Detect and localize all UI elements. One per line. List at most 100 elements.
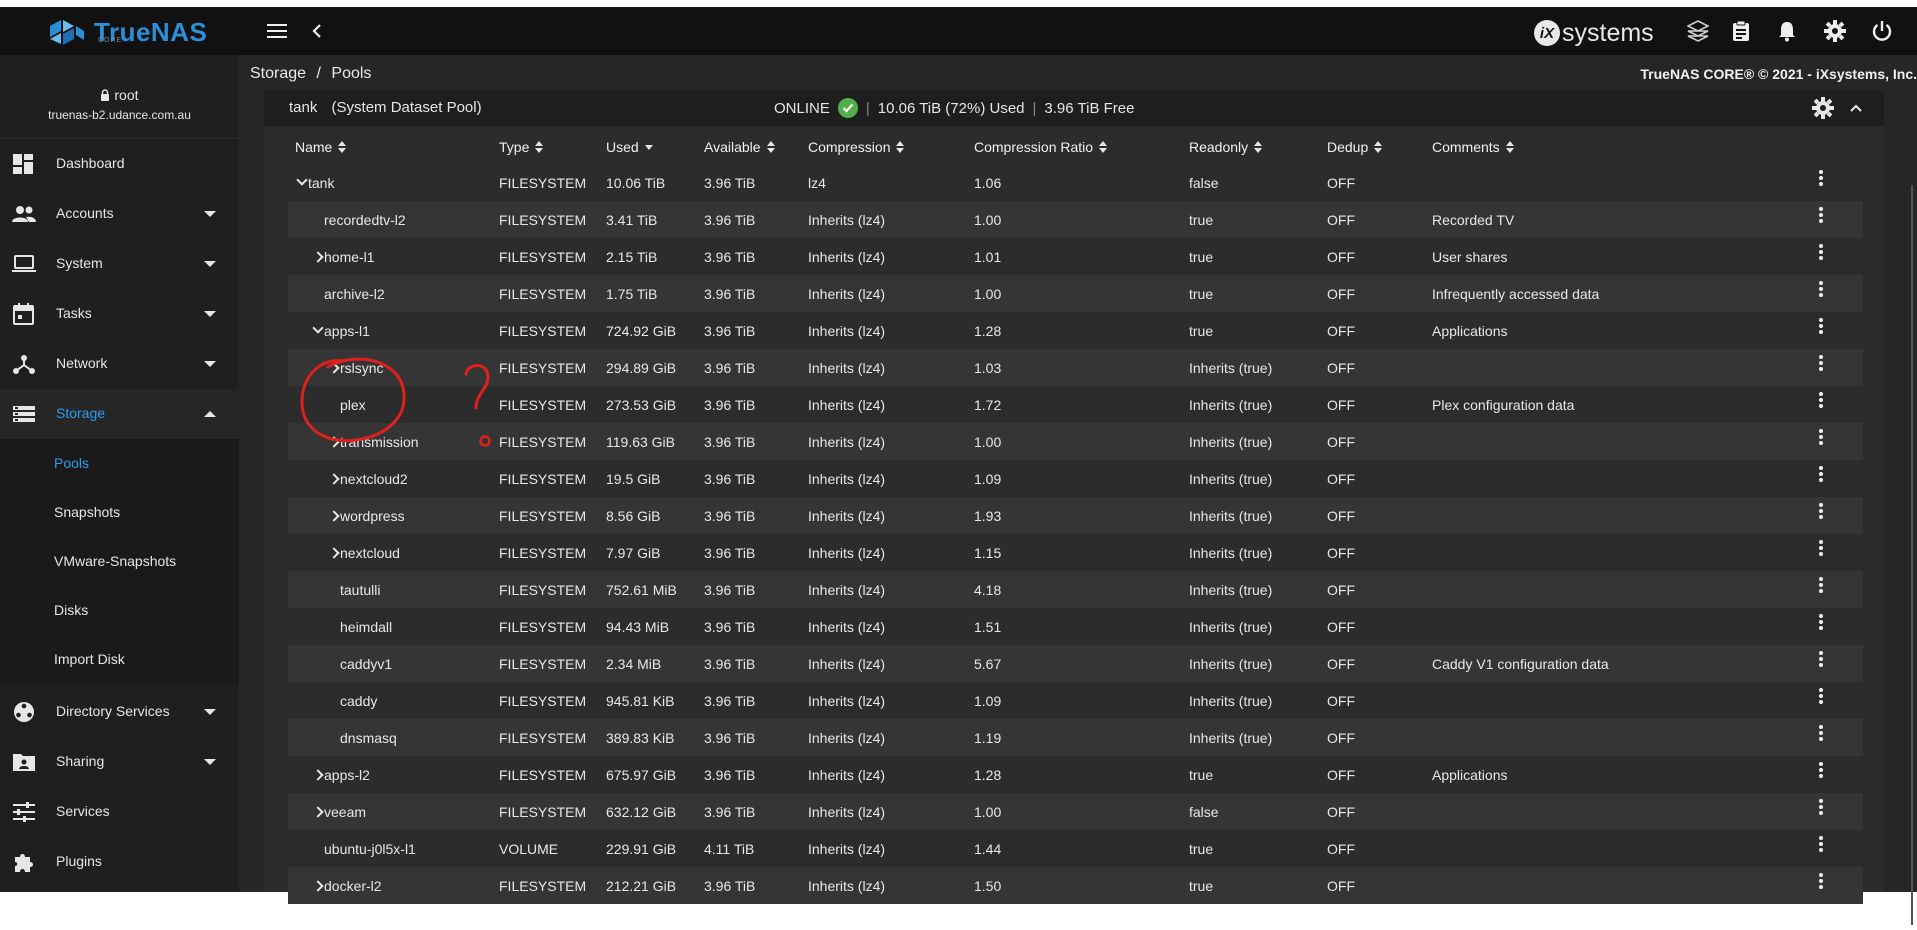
column-header-used[interactable]: Used bbox=[606, 139, 653, 155]
clipboard-icon[interactable] bbox=[1728, 18, 1754, 44]
row-actions-kebab-icon[interactable] bbox=[1819, 540, 1825, 560]
cell-ratio: 1.03 bbox=[974, 360, 1002, 376]
table-row[interactable]: tank FILESYSTEM 10.06 TiB 3.96 TiB lz4 1.06 fa… bbox=[288, 164, 1863, 201]
table-row[interactable]: docker-l2 FILESYSTEM 212.21 GiB 3.96 TiB Inh… bbox=[288, 867, 1863, 904]
table-row[interactable]: plex FILESYSTEM 273.53 GiB 3.96 TiB Inherits… bbox=[288, 386, 1863, 423]
row-actions-kebab-icon[interactable] bbox=[1819, 466, 1825, 486]
row-actions-kebab-icon[interactable] bbox=[1819, 207, 1825, 227]
row-actions-kebab-icon[interactable] bbox=[1819, 429, 1825, 449]
row-actions-kebab-icon[interactable] bbox=[1819, 799, 1825, 819]
chevron-right-icon[interactable] bbox=[312, 250, 324, 264]
table-row[interactable]: tautulli FILESYSTEM 752.61 MiB 3.96 TiB Inhe… bbox=[288, 571, 1863, 608]
chevron-right-icon[interactable] bbox=[328, 546, 340, 560]
column-header-type[interactable]: Type bbox=[499, 139, 544, 155]
cell-used: 273.53 GiB bbox=[606, 397, 677, 413]
pool-settings-gear-icon[interactable] bbox=[1810, 95, 1836, 121]
sidebar-subitem-disks[interactable]: Disks bbox=[0, 586, 239, 635]
column-header-dedup[interactable]: Dedup bbox=[1327, 139, 1383, 155]
table-row[interactable]: dnsmasq FILESYSTEM 389.83 KiB 3.96 TiB Inher… bbox=[288, 719, 1863, 756]
chevron-right-icon[interactable] bbox=[312, 879, 324, 893]
row-actions-kebab-icon[interactable] bbox=[1819, 392, 1825, 412]
table-row[interactable]: home-l1 FILESYSTEM 2.15 TiB 3.96 TiB Inherit… bbox=[288, 238, 1863, 275]
sidebar-item-tasks[interactable]: Tasks bbox=[0, 289, 239, 339]
truecommand-icon[interactable] bbox=[1685, 18, 1711, 44]
table-row[interactable]: nextcloud2 FILESYSTEM 19.5 GiB 3.96 TiB Inhe… bbox=[288, 460, 1863, 497]
table-row[interactable]: apps-l2 FILESYSTEM 675.97 GiB 3.96 TiB Inher… bbox=[288, 756, 1863, 793]
chevron-right-icon[interactable] bbox=[328, 435, 340, 449]
sidebar-item-directory-services[interactable]: Directory Services bbox=[0, 687, 239, 737]
sidebar-subitem-import-disk[interactable]: Import Disk bbox=[0, 635, 239, 684]
column-header-name[interactable]: Name bbox=[295, 139, 347, 155]
row-actions-kebab-icon[interactable] bbox=[1819, 355, 1825, 375]
menu-icon[interactable] bbox=[265, 19, 289, 43]
row-actions-kebab-icon[interactable] bbox=[1819, 762, 1825, 782]
chevron-left-icon[interactable] bbox=[305, 19, 329, 43]
row-actions-kebab-icon[interactable] bbox=[1819, 503, 1825, 523]
sidebar-item-accounts[interactable]: Accounts bbox=[0, 189, 239, 239]
row-actions-kebab-icon[interactable] bbox=[1819, 577, 1825, 597]
column-header-available[interactable]: Available bbox=[704, 139, 775, 155]
column-header-compression[interactable]: Compression bbox=[808, 139, 905, 155]
chevron-right-icon[interactable] bbox=[328, 509, 340, 523]
table-row[interactable]: archive-l2 FILESYSTEM 1.75 TiB 3.96 TiB Inhe… bbox=[288, 275, 1863, 312]
truenas-logo[interactable]: TrueNAS bbox=[48, 15, 207, 49]
row-actions-kebab-icon[interactable] bbox=[1819, 873, 1825, 893]
column-header-compression-ratio[interactable]: Compression Ratio bbox=[974, 139, 1108, 155]
cell-comments: Applications bbox=[1432, 323, 1508, 339]
row-actions-kebab-icon[interactable] bbox=[1819, 170, 1825, 190]
row-actions-kebab-icon[interactable] bbox=[1819, 318, 1825, 338]
cell-available: 3.96 TiB bbox=[704, 545, 756, 561]
table-row[interactable]: caddyv1 FILESYSTEM 2.34 MiB 3.96 TiB Inherit… bbox=[288, 645, 1863, 682]
row-actions-kebab-icon[interactable] bbox=[1819, 281, 1825, 301]
bell-icon[interactable] bbox=[1774, 18, 1800, 44]
cell-available: 3.96 TiB bbox=[704, 360, 756, 376]
chevron-up-icon[interactable] bbox=[1845, 97, 1867, 119]
dataset-name-cell: veeam bbox=[312, 804, 366, 820]
row-actions-kebab-icon[interactable] bbox=[1819, 614, 1825, 634]
column-label: Dedup bbox=[1327, 139, 1369, 155]
cell-compression: Inherits (lz4) bbox=[808, 730, 886, 746]
top-strip bbox=[0, 0, 1917, 7]
table-row[interactable]: rslsync FILESYSTEM 294.89 GiB 3.96 TiB Inher… bbox=[288, 349, 1863, 386]
table-row[interactable]: caddy FILESYSTEM 945.81 KiB 3.96 TiB Inherit… bbox=[288, 682, 1863, 719]
chevron-right-icon[interactable] bbox=[328, 472, 340, 486]
cell-compression: Inherits (lz4) bbox=[808, 767, 886, 783]
pool-status-text: ONLINE bbox=[774, 99, 830, 117]
scrollbar[interactable] bbox=[1907, 185, 1917, 925]
sidebar-item-system[interactable]: System bbox=[0, 239, 239, 289]
table-row[interactable]: veeam FILESYSTEM 632.12 GiB 3.96 TiB Inherit… bbox=[288, 793, 1863, 830]
sidebar-item-storage[interactable]: Storage bbox=[0, 389, 239, 439]
chevron-right-icon[interactable] bbox=[312, 805, 324, 819]
sidebar-item-plugins[interactable]: Plugins bbox=[0, 837, 239, 887]
table-row[interactable]: ubuntu-j0l5x-l1 VOLUME 229.91 GiB 4.11 TiB I… bbox=[288, 830, 1863, 867]
table-row[interactable]: wordpress FILESYSTEM 8.56 GiB 3.96 TiB Inher… bbox=[288, 497, 1863, 534]
sidebar-subitem-pools[interactable]: Pools bbox=[0, 439, 239, 488]
table-row[interactable]: nextcloud FILESYSTEM 7.97 GiB 3.96 TiB Inher… bbox=[288, 534, 1863, 571]
column-header-readonly[interactable]: Readonly bbox=[1189, 139, 1263, 155]
table-row[interactable]: apps-l1 FILESYSTEM 724.92 GiB 3.96 TiB Inher… bbox=[288, 312, 1863, 349]
row-actions-kebab-icon[interactable] bbox=[1819, 836, 1825, 856]
table-row[interactable]: heimdall FILESYSTEM 94.43 MiB 3.96 TiB Inher… bbox=[288, 608, 1863, 645]
row-actions-kebab-icon[interactable] bbox=[1819, 651, 1825, 671]
column-header-comments[interactable]: Comments bbox=[1432, 139, 1514, 155]
row-actions-kebab-icon[interactable] bbox=[1819, 244, 1825, 264]
chevron-right-icon[interactable] bbox=[328, 361, 340, 375]
power-icon[interactable] bbox=[1869, 18, 1895, 44]
sidebar-item-sharing[interactable]: Sharing bbox=[0, 737, 239, 787]
sidebar-item-dashboard[interactable]: Dashboard bbox=[0, 139, 239, 189]
sidebar-item-services[interactable]: Services bbox=[0, 787, 239, 837]
gear-icon[interactable] bbox=[1822, 18, 1848, 44]
chevron-right-icon[interactable] bbox=[312, 768, 324, 782]
breadcrumb-parent[interactable]: Storage bbox=[250, 65, 306, 82]
row-actions-kebab-icon[interactable] bbox=[1819, 688, 1825, 708]
table-header: Name Type Used Available Compression Com… bbox=[288, 126, 1863, 164]
table-row[interactable]: transmission FILESYSTEM 119.63 GiB 3.96 TiB… bbox=[288, 423, 1863, 460]
chevron-down-icon[interactable] bbox=[296, 176, 308, 190]
chevron-down-icon[interactable] bbox=[312, 324, 324, 338]
sidebar-item-network[interactable]: Network bbox=[0, 339, 239, 389]
sidebar-subitem-vmware-snapshots[interactable]: VMware-Snapshots bbox=[0, 537, 239, 586]
table-row[interactable]: recordedtv-l2 FILESYSTEM 3.41 TiB 3.96 TiB I… bbox=[288, 201, 1863, 238]
row-actions-kebab-icon[interactable] bbox=[1819, 725, 1825, 745]
sidebar-subitem-snapshots[interactable]: Snapshots bbox=[0, 488, 239, 537]
